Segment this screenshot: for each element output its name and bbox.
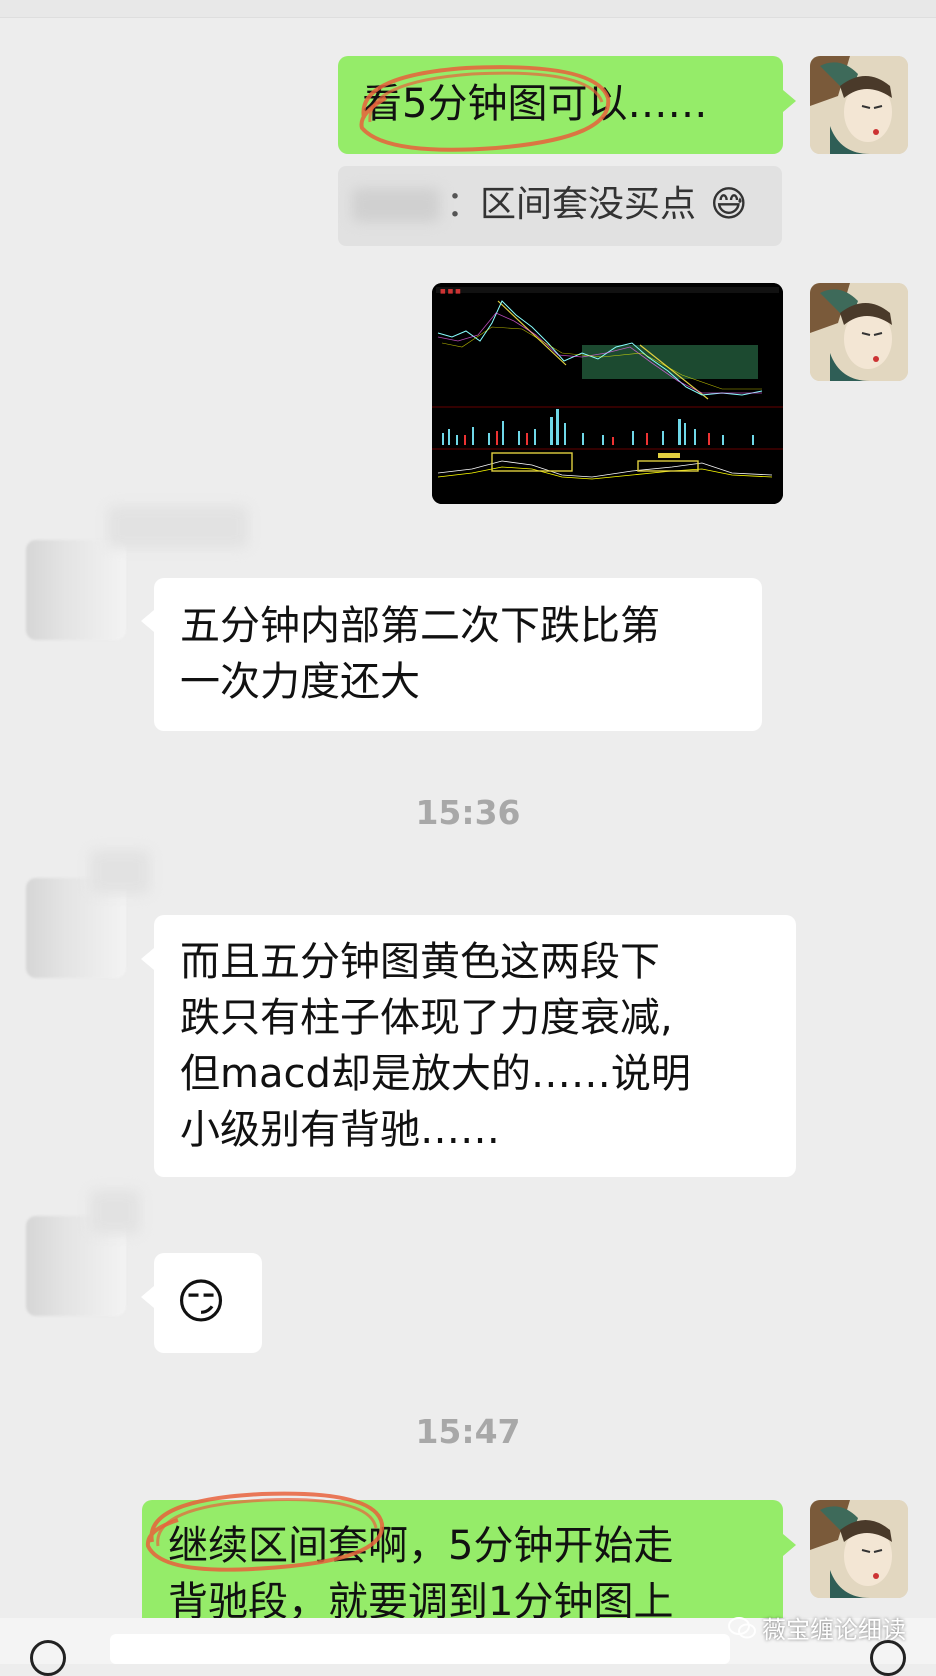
- watermark-text: 薇宝缠论细读: [762, 1616, 906, 1644]
- timestamp: 15:36: [415, 793, 521, 832]
- bubble-tail: [783, 90, 796, 112]
- quoted-text: 区间套没买点: [480, 184, 697, 225]
- bubble-tail: [783, 1534, 796, 1556]
- svg-text:■ ■ ■: ■ ■ ■: [440, 288, 461, 295]
- message-text-line: 一次力度还大: [180, 659, 420, 705]
- message-text-line: 五分钟内部第二次下跌比第: [180, 603, 660, 649]
- sender-name-blurred: [90, 850, 150, 894]
- add-icon[interactable]: [870, 1640, 906, 1676]
- my-avatar[interactable]: [810, 1500, 908, 1598]
- kline-chart-image: ■ ■ ■: [432, 283, 783, 504]
- kline-chart-image-message[interactable]: ■ ■ ■: [432, 283, 783, 504]
- message-text-line: 跌只有柱子体现了力度衰减,: [180, 995, 673, 1041]
- top-status-strip: [0, 0, 936, 18]
- message-text-line: 但macd却是放大的……说明: [180, 1051, 691, 1097]
- voice-icon[interactable]: [30, 1640, 66, 1676]
- sender-name-blurred: [90, 1190, 140, 1234]
- sender-name-blurred: [108, 506, 248, 548]
- wechat-icon: [728, 1616, 756, 1638]
- quote-separator: ：: [446, 184, 483, 225]
- bubble-tail: [141, 1286, 154, 1308]
- quoted-message[interactable]: ： 区间套没买点 😅: [338, 166, 782, 246]
- timestamp: 15:47: [415, 1412, 521, 1451]
- bubble-tail: [141, 948, 154, 970]
- highlight-circle-annotation: [359, 65, 611, 152]
- incoming-message-bubble[interactable]: 而且五分钟图黄色这两段下 跌只有柱子体现了力度衰减, 但macd却是放大的……说…: [154, 915, 796, 1177]
- quoted-sender-name: [352, 188, 440, 222]
- incoming-message-bubble[interactable]: 五分钟内部第二次下跌比第 一次力度还大: [154, 578, 762, 731]
- smirk-emoji: 😏: [176, 1274, 227, 1330]
- message-input[interactable]: [110, 1634, 730, 1664]
- message-text-line: 小级别有背驰……: [180, 1107, 500, 1153]
- message-text-line: 而且五分钟图黄色这两段下: [180, 939, 660, 985]
- my-avatar[interactable]: [810, 283, 908, 381]
- incoming-emoji-bubble[interactable]: 😏: [154, 1253, 262, 1353]
- highlight-circle-annotation: [145, 1491, 385, 1572]
- sender-avatar-blurred[interactable]: [26, 540, 126, 640]
- sweat-smile-emoji: 😅: [710, 184, 748, 225]
- watermark: 薇宝缠论细读: [728, 1610, 906, 1645]
- bubble-tail: [141, 610, 154, 632]
- my-avatar[interactable]: [810, 56, 908, 154]
